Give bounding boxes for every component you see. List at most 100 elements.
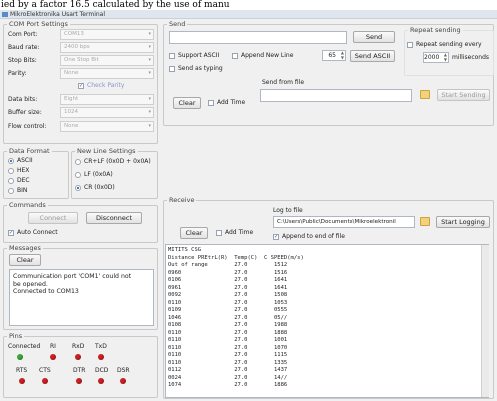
com-port-settings-legend: COM Port Settings xyxy=(9,20,68,28)
buffer-size-label: Buffer size: xyxy=(8,109,42,116)
check-parity-label: Check Parity xyxy=(87,82,125,89)
newline-lf-radio[interactable]: LF (0x0A) xyxy=(75,171,113,178)
cts-led-icon xyxy=(42,378,48,384)
pin-dtr-label: DTR xyxy=(73,367,86,374)
send-ascii-button[interactable]: Send ASCII xyxy=(350,50,395,62)
checkbox-icon xyxy=(208,99,214,106)
check-parity-checkbox[interactable]: ✓ Check Parity xyxy=(78,82,124,89)
messages-clear-button[interactable]: Clear xyxy=(9,254,41,266)
ri-led-icon xyxy=(50,354,56,360)
app-icon xyxy=(2,12,8,17)
format-hex-radio[interactable]: HEX xyxy=(8,167,29,174)
repeat-sending-label: Repeat sending every xyxy=(416,41,482,48)
format-bin-radio[interactable]: BIN xyxy=(8,187,27,194)
start-logging-button[interactable]: Start Logging xyxy=(436,216,490,228)
format-bin-label: BIN xyxy=(17,187,28,194)
pin-cts-label: CTS xyxy=(39,367,51,374)
repeat-sending-legend: Repeat sending xyxy=(410,26,461,34)
buffer-size-select[interactable]: 1024 ▾ xyxy=(60,107,154,118)
parity-value: None xyxy=(64,70,79,76)
data-bits-value: Eight xyxy=(64,96,79,102)
parity-label: Parity: xyxy=(8,70,27,77)
receive-clear-button[interactable]: Clear xyxy=(180,227,208,239)
send-clear-button[interactable]: Clear xyxy=(173,97,201,109)
data-bits-select[interactable]: Eight ▾ xyxy=(60,94,154,105)
radio-icon xyxy=(75,171,81,178)
chevron-down-icon: ▾ xyxy=(148,70,151,76)
connect-button[interactable]: Connect xyxy=(28,212,78,224)
stop-bits-label: Stop Bits: xyxy=(8,57,37,64)
pin-txd-label: TxD xyxy=(95,343,107,350)
send-as-typing-checkbox[interactable]: Send as typing xyxy=(169,65,223,72)
format-ascii-radio[interactable]: ASCII xyxy=(8,157,33,164)
newline-crlf-label: CR+LF (0x0D + 0x0A) xyxy=(84,158,151,165)
connected-led-icon xyxy=(17,354,23,360)
receive-lines: MITITS CSG Distance PREtrL(R) Temp(C) C S… xyxy=(168,247,486,390)
baud-rate-select[interactable]: 2400 bps ▾ xyxy=(60,42,154,53)
receive-line: 0110 27.0 1001 xyxy=(168,337,288,343)
checkbox-icon xyxy=(216,229,222,236)
send-add-time-label: Add Time xyxy=(217,99,246,106)
repeat-interval-stepper[interactable]: 2000 ▲ ▼ xyxy=(423,52,449,63)
milliseconds-label: milliseconds xyxy=(452,54,490,61)
pins-legend: Pins xyxy=(9,332,23,340)
repeat-sending-checkbox[interactable]: Repeat sending every xyxy=(407,41,482,48)
repeat-sending-group: Repeat sending xyxy=(404,26,494,76)
receive-add-time-checkbox[interactable]: Add Time xyxy=(216,229,253,236)
spinner-arrows-icon: ▲ ▼ xyxy=(443,52,447,62)
com-port-select[interactable]: COM13 ▾ xyxy=(60,29,154,40)
parity-select[interactable]: None ▾ xyxy=(60,68,154,79)
format-ascii-label: ASCII xyxy=(17,157,33,164)
buffer-size-value: 1024 xyxy=(64,109,78,115)
receive-line: 0110 27.0 1053 xyxy=(168,299,288,306)
title-bar: MikroElektronika Usart Terminal xyxy=(0,10,497,19)
disconnect-button[interactable]: Disconnect xyxy=(86,212,142,224)
rxd-led-icon xyxy=(75,354,81,360)
data-format-legend: Data Format xyxy=(9,147,50,155)
start-sending-button[interactable]: Start Sending xyxy=(437,89,490,101)
usart-terminal-window: MikroElektronika Usart Terminal COM Port… xyxy=(0,10,497,401)
send-file-path-input[interactable] xyxy=(260,89,412,102)
flow-control-select[interactable]: None ▾ xyxy=(60,121,154,132)
folder-icon[interactable] xyxy=(420,217,430,226)
support-ascii-label: Support ASCII xyxy=(178,52,220,59)
auto-connect-checkbox[interactable]: ✓ Auto Connect xyxy=(8,229,58,236)
checkbox-icon xyxy=(232,52,238,59)
baud-rate-label: Baud rate: xyxy=(8,44,40,51)
send-add-time-checkbox[interactable]: Add Time xyxy=(208,99,245,106)
radio-icon xyxy=(8,187,14,194)
flow-control-label: Flow control: xyxy=(8,123,47,130)
send-text-input[interactable] xyxy=(169,31,347,44)
dcd-led-icon xyxy=(98,378,104,384)
append-to-end-checkbox[interactable]: ✓ Append to end of file xyxy=(273,233,345,240)
checkmark-icon: ✓ xyxy=(8,229,14,236)
auto-connect-label: Auto Connect xyxy=(17,229,58,236)
message-line: be opened. xyxy=(13,280,48,288)
support-ascii-checkbox[interactable]: Support ASCII xyxy=(169,52,219,59)
pin-rxd-label: RxD xyxy=(72,343,85,350)
stop-bits-value: One Stop Bit xyxy=(64,57,99,63)
com-port-value: COM13 xyxy=(64,31,84,37)
send-button[interactable]: Send xyxy=(353,31,395,43)
append-new-line-checkbox[interactable]: Append New Line xyxy=(232,52,293,59)
receive-line: 0092 27.0 1508 xyxy=(168,292,288,298)
receive-line: Distance PREtrL(R) Temp(C) C SPEED(m/s) xyxy=(168,254,304,261)
commands-legend: Commands xyxy=(9,201,46,209)
receive-scrollbar[interactable] xyxy=(481,245,489,397)
receive-log[interactable]: MITITS CSG Distance PREtrL(R) Temp(C) C S… xyxy=(165,244,489,398)
ascii-value-stepper[interactable]: 65 ▲ ▼ xyxy=(322,50,346,61)
messages-log[interactable]: Communication port 'COM1' could not be o… xyxy=(9,269,154,326)
log-file-path-input[interactable]: C:\Users\Public\Documents\Mikroelektroni… xyxy=(273,216,415,228)
dtr-led-icon xyxy=(76,378,82,384)
stop-bits-select[interactable]: One Stop Bit ▾ xyxy=(60,55,154,66)
receive-line: Out of range 27.0 1512 xyxy=(168,262,288,268)
newline-cr-label: CR (0x0D) xyxy=(84,184,115,191)
newline-crlf-radio[interactable]: CR+LF (0x0D + 0x0A) xyxy=(75,158,151,165)
newline-cr-radio[interactable]: CR (0x0D) xyxy=(75,184,115,191)
folder-icon[interactable] xyxy=(420,90,430,99)
repeat-interval-value: 2000 xyxy=(424,54,440,61)
format-dec-radio[interactable]: DEC xyxy=(8,177,30,184)
send-legend: Send xyxy=(169,20,186,28)
messages-legend: Messages xyxy=(9,244,41,252)
spinner-arrows-icon: ▲ ▼ xyxy=(340,50,344,60)
